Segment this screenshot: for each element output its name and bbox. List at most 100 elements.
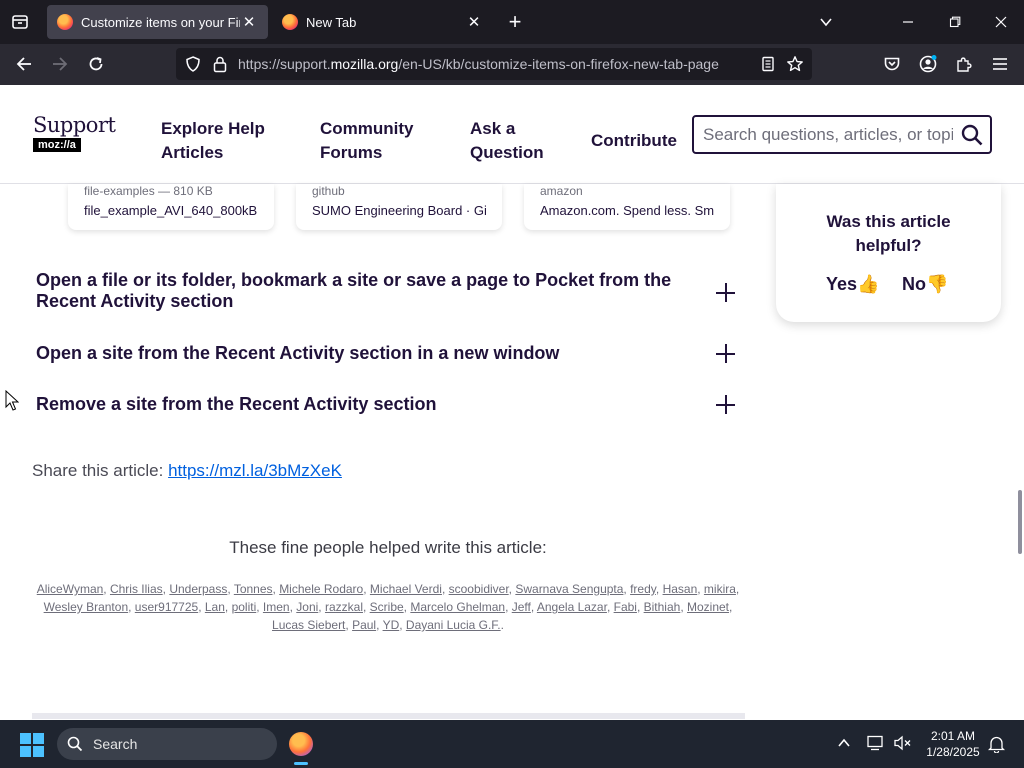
- recent-activity-card[interactable]: amazon Amazon.com. Spend less. Smile mor…: [524, 184, 730, 230]
- contributor-link[interactable]: scoobidiver: [449, 582, 509, 596]
- contributor-link[interactable]: YD: [383, 618, 400, 632]
- contributors-heading: These fine people helped write this arti…: [229, 538, 547, 557]
- card-source: github: [312, 184, 345, 198]
- contributor-link[interactable]: Angela Lazar: [537, 600, 607, 614]
- contributor-link[interactable]: Mozinet: [687, 600, 729, 614]
- nav-label-line: Community: [320, 119, 414, 138]
- contributor-link[interactable]: Fabi: [614, 600, 637, 614]
- contributor-link[interactable]: razzkal: [325, 600, 363, 614]
- card-source: amazon: [540, 184, 583, 198]
- network-icon[interactable]: [867, 735, 885, 756]
- section-divider: [32, 713, 745, 719]
- contributor-link[interactable]: Lucas Siebert: [272, 618, 345, 632]
- contributor-link[interactable]: Paul: [352, 618, 376, 632]
- close-tab-icon[interactable]: ✕: [465, 13, 483, 31]
- contributor-link[interactable]: Chris Ilias: [110, 582, 163, 596]
- accordion-title: Recent Activity section: [36, 291, 234, 311]
- contributor-link[interactable]: Imen: [263, 600, 290, 614]
- card-source: file-examples — 810 KB: [84, 184, 213, 198]
- tab-title: New Tab: [306, 14, 357, 30]
- nav-contribute[interactable]: Contribute: [591, 129, 677, 153]
- close-window-icon[interactable]: [981, 0, 1021, 44]
- tab-title: Customize items on your Firefox: [81, 14, 240, 30]
- nav-label-line: Question: [470, 143, 544, 162]
- reload-icon[interactable]: [80, 48, 112, 80]
- contributor-link[interactable]: Underpass: [169, 582, 227, 596]
- firefox-view-icon[interactable]: [0, 0, 40, 44]
- taskbar-search-label: Search: [93, 736, 138, 752]
- list-all-tabs-icon[interactable]: [806, 0, 846, 44]
- url-text[interactable]: https://support.mozilla.org/en-US/kb/cus…: [238, 48, 719, 80]
- taskbar-clock[interactable]: 2:01 AM 1/28/2025: [920, 728, 986, 760]
- tracking-protection-shield-icon[interactable]: [184, 55, 202, 78]
- contributor-link[interactable]: Marcelo Ghelman: [410, 600, 505, 614]
- contributor-link[interactable]: Tonnes: [234, 582, 273, 596]
- forward-arrow-icon[interactable]: [44, 48, 76, 80]
- contributor-link[interactable]: Wesley Branton: [44, 600, 129, 614]
- contributors-list: AliceWyman, Chris Ilias, Underpass, Tonn…: [36, 582, 740, 632]
- contributor-link[interactable]: Lan: [205, 600, 225, 614]
- recent-activity-card[interactable]: file-examples — 810 KB file_example_AVI_…: [68, 184, 274, 230]
- pocket-icon[interactable]: [876, 48, 908, 80]
- taskbar-search-box[interactable]: Search: [57, 728, 277, 760]
- accordion-remove-site[interactable]: Remove a site from the Recent Activity s…: [36, 394, 736, 415]
- accordion-open-site-new-window[interactable]: Open a site from the Recent Activity sec…: [36, 343, 736, 364]
- tab-new-tab[interactable]: New Tab ✕: [272, 5, 493, 39]
- extensions-icon[interactable]: [948, 48, 980, 80]
- mozilla-logo[interactable]: moz://a: [33, 138, 81, 152]
- expand-plus-icon[interactable]: [716, 395, 736, 415]
- back-arrow-icon[interactable]: [8, 48, 40, 80]
- volume-muted-icon[interactable]: [894, 735, 912, 756]
- helpful-question: Was this article helpful?: [776, 210, 1001, 258]
- url-bar[interactable]: https://support.mozilla.org/en-US/kb/cus…: [176, 48, 812, 80]
- contributor-link[interactable]: Bithiah: [644, 600, 681, 614]
- contributor-link[interactable]: Scribe: [370, 600, 404, 614]
- support-logo[interactable]: Support: [33, 113, 116, 137]
- contributor-link[interactable]: Michele Rodaro: [279, 582, 363, 596]
- expand-plus-icon[interactable]: [716, 344, 736, 364]
- tab-bar: Customize items on your Firefox ✕ New Ta…: [0, 0, 1024, 44]
- page-scrollbar-thumb[interactable]: [1018, 490, 1022, 554]
- accordion-title: Remove a site from the Recent Activity s…: [36, 394, 437, 414]
- helpful-no-button[interactable]: No👎: [902, 274, 948, 295]
- lock-icon[interactable]: [212, 55, 228, 78]
- minimize-icon[interactable]: [888, 0, 928, 44]
- contributor-link[interactable]: Jeff: [512, 600, 531, 614]
- restore-icon[interactable]: [935, 0, 975, 44]
- reader-view-icon[interactable]: [760, 56, 776, 77]
- contributor-link[interactable]: politi: [232, 600, 257, 614]
- url-path: /en-US/kb/customize-items-on-firefox-new…: [398, 56, 719, 72]
- search-icon[interactable]: [961, 124, 983, 151]
- menu-hamburger-icon[interactable]: [984, 48, 1016, 80]
- expand-plus-icon[interactable]: [716, 283, 736, 303]
- recent-activity-card[interactable]: github SUMO Engineering Board · GitHub: [296, 184, 502, 230]
- contributor-link[interactable]: AliceWyman: [37, 582, 104, 596]
- contributor-link[interactable]: user917725: [135, 600, 198, 614]
- share-link[interactable]: https://mzl.la/3bMzXeK: [168, 461, 342, 480]
- notification-bell-icon[interactable]: [987, 735, 1006, 758]
- nav-community-forums[interactable]: Community Forums: [320, 117, 414, 165]
- windows-start-icon[interactable]: [20, 733, 44, 762]
- contributor-link[interactable]: fredy: [630, 582, 656, 596]
- new-tab-button[interactable]: +: [495, 0, 535, 44]
- contributor-link[interactable]: Swarnava Sengupta: [515, 582, 623, 596]
- accordion-open-file-folder-pocket[interactable]: Open a file or its folder, bookmark a si…: [36, 270, 736, 312]
- contributor-link[interactable]: Joni: [296, 600, 318, 614]
- nav-ask-a-question[interactable]: Ask a Question: [470, 117, 544, 165]
- contributor-link[interactable]: Michael Verdi: [370, 582, 442, 596]
- contributor-link[interactable]: mikira: [704, 582, 736, 596]
- chevron-up-icon[interactable]: [837, 736, 851, 755]
- contributor-link[interactable]: Dayani Lucia G.F.: [406, 618, 501, 632]
- helpful-yes-button[interactable]: Yes👍: [826, 274, 879, 295]
- navigation-toolbar: https://support.mozilla.org/en-US/kb/cus…: [0, 44, 1024, 85]
- nav-explore-help-articles[interactable]: Explore Help Articles: [161, 117, 265, 165]
- bookmark-star-icon[interactable]: [786, 55, 804, 78]
- contributor-link[interactable]: Hasan: [663, 582, 698, 596]
- tab-customize-items[interactable]: Customize items on your Firefox ✕: [47, 5, 268, 39]
- close-tab-icon[interactable]: ✕: [240, 13, 258, 31]
- firefox-favicon-icon: [282, 14, 298, 30]
- site-search-input[interactable]: Search questions, articles, or topics: [692, 115, 992, 154]
- card-title: SUMO Engineering Board · GitHub: [312, 203, 486, 218]
- account-icon[interactable]: [912, 48, 944, 80]
- firefox-taskbar-icon[interactable]: [289, 732, 313, 756]
